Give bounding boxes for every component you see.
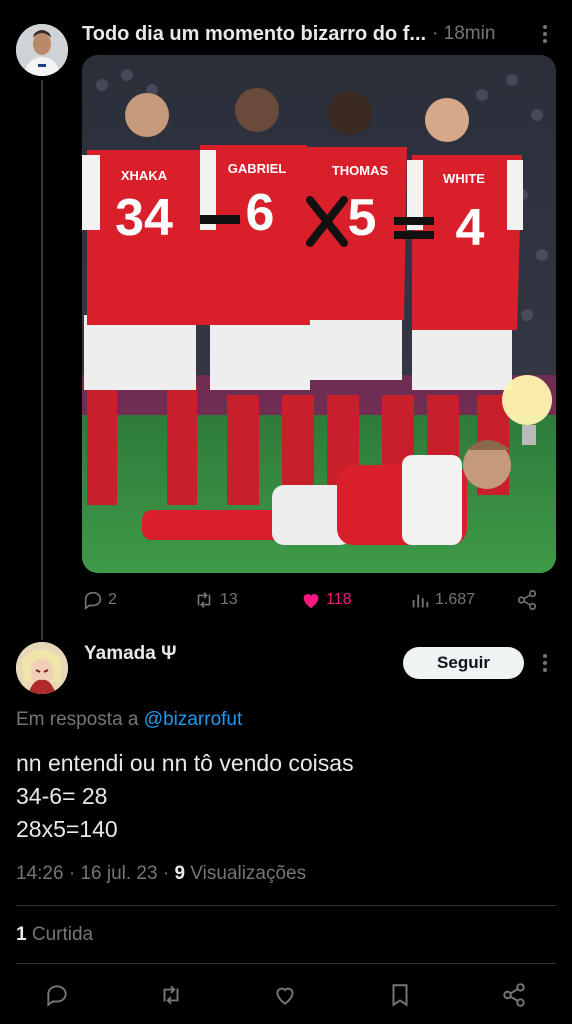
divider	[16, 905, 556, 906]
share-button[interactable]	[501, 982, 527, 1008]
retweet-button[interactable]	[158, 982, 184, 1008]
shirt-name-1: XHAKA	[121, 168, 168, 183]
minus-sign	[200, 215, 240, 224]
reply-button[interactable]: 2	[82, 588, 117, 612]
shirt-number-2: 6	[246, 184, 275, 242]
retweet-count: 13	[220, 591, 238, 608]
original-author-avatar[interactable]	[16, 24, 68, 76]
share-button[interactable]	[516, 588, 538, 612]
reply-prefix: Em resposta a	[16, 709, 139, 730]
reply-meta: 14:26 · 16 jul. 23 · 9 Visualizações	[16, 863, 306, 885]
bookmark-icon	[392, 984, 408, 1007]
thread-line	[41, 80, 43, 640]
share-icon	[503, 983, 525, 1007]
views-button[interactable]: 1.687	[409, 588, 475, 612]
shirt-name-2: GABRIEL	[228, 161, 287, 176]
reply-views-count: 9	[174, 863, 186, 884]
original-tweet-header: Todo dia um momento bizarro do f... · 18…	[82, 20, 556, 48]
like-count: 118	[326, 591, 352, 608]
views-count: 1.687	[435, 591, 476, 608]
reply-count: 2	[108, 591, 117, 608]
shirt-name-3: THOMAS	[332, 163, 389, 178]
reply-actions	[0, 980, 572, 1010]
retweet-icon	[197, 592, 211, 608]
reply-views-label: Visualizações	[185, 863, 307, 884]
shirt-number-3: 5	[348, 189, 377, 247]
reply-icon	[47, 985, 67, 1007]
reply-button[interactable]	[44, 982, 70, 1008]
bookmark-button[interactable]	[387, 982, 413, 1008]
retweet-button[interactable]: 13	[192, 588, 238, 612]
reply-text: nn entendi ou nn tô vendo coisas 34-6= 2…	[16, 747, 354, 846]
reply-line-1: nn entendi ou nn tô vendo coisas	[16, 750, 354, 776]
more-icon[interactable]	[535, 22, 555, 46]
reply-author-avatar[interactable]	[16, 642, 68, 694]
reply-more-icon[interactable]	[535, 651, 555, 675]
heart-icon	[303, 594, 319, 609]
like-button[interactable]: 118	[300, 588, 352, 612]
reply-icon	[84, 591, 102, 610]
tweet-media-image[interactable]: XHAKA 34 GABRIEL 6 THOMAS 5 WHITE 4	[82, 55, 556, 573]
shirt-number-4: 4	[456, 199, 485, 257]
original-tweet-time[interactable]: · 18min	[432, 23, 495, 45]
views-icon	[412, 594, 429, 608]
reply-timestamp[interactable]: 14:26 · 16 jul. 23 ·	[16, 863, 174, 884]
heart-icon	[276, 987, 294, 1005]
original-tweet-actions: 2 13 118 1.687	[82, 588, 556, 612]
shirt-name-4: WHITE	[443, 171, 485, 186]
original-author-name[interactable]: Todo dia um momento bizarro do f...	[82, 23, 426, 46]
retweet-icon	[163, 985, 179, 1005]
reply-context: Em resposta a @bizarrofut	[16, 709, 242, 731]
likes-summary[interactable]: 1 Curtida	[16, 924, 93, 946]
follow-button[interactable]: Seguir	[403, 647, 524, 679]
reply-line-2: 34-6= 28	[16, 783, 108, 809]
reply-handle-link[interactable]: @bizarrofut	[144, 709, 243, 730]
equals-sign	[394, 217, 434, 225]
reply-line-3: 28x5=140	[16, 816, 118, 842]
likes-label: Curtida	[26, 924, 94, 945]
reply-author-name[interactable]: Yamada Ψ	[84, 643, 176, 665]
divider	[16, 963, 556, 964]
shirt-number-1: 34	[115, 189, 173, 247]
like-button[interactable]	[272, 982, 298, 1008]
likes-count: 1	[16, 924, 27, 945]
share-icon	[517, 590, 537, 610]
